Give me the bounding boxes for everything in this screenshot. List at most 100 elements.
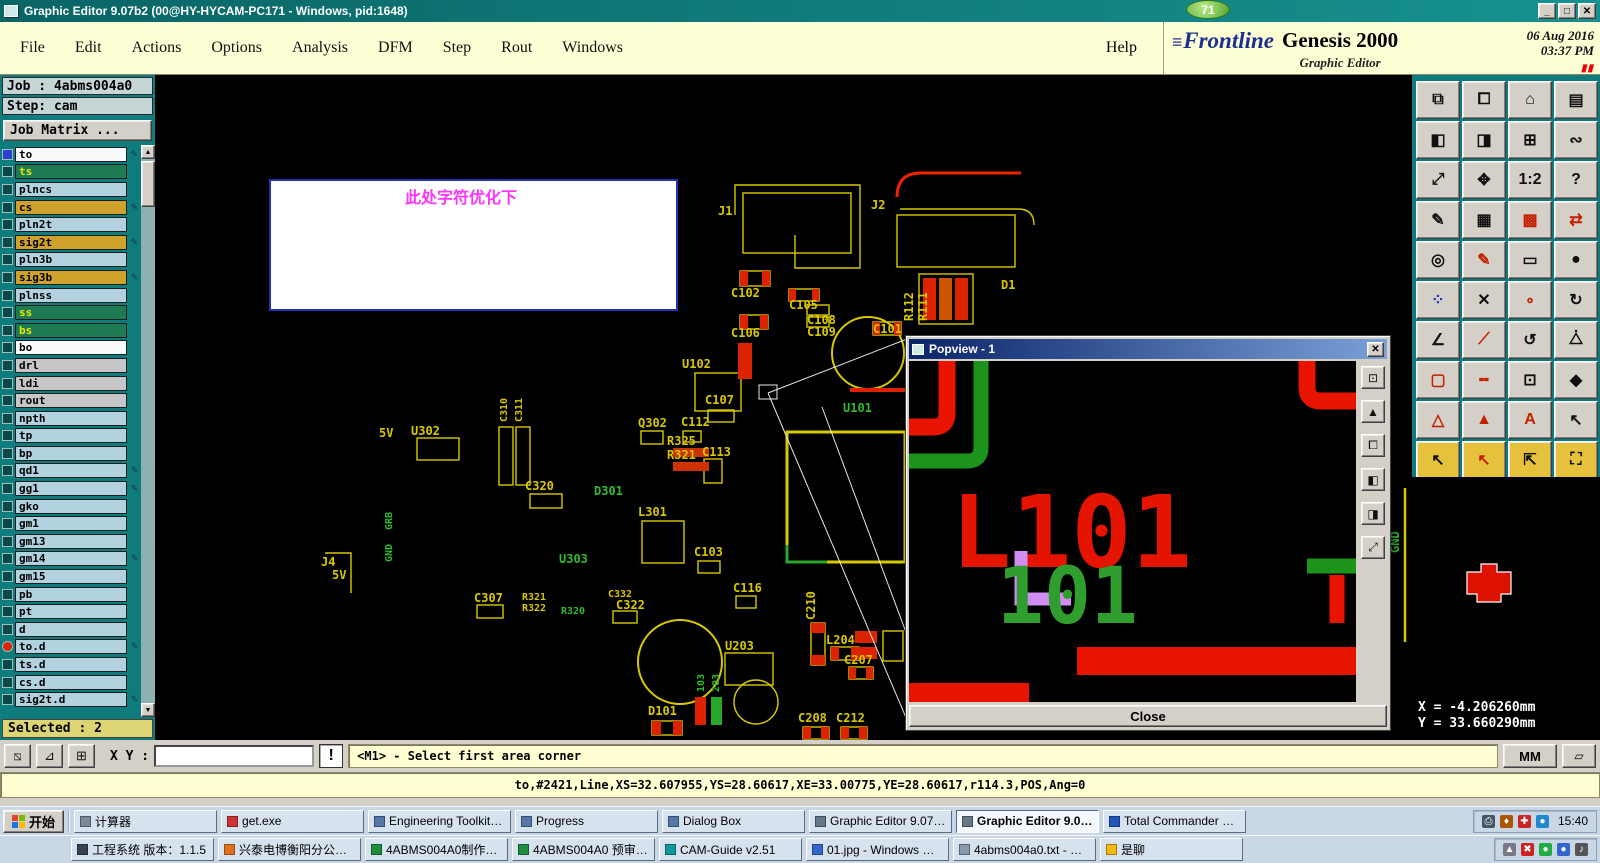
popview-close-button[interactable]: Close [909,705,1387,727]
list-view-icon[interactable]: ▤ [1554,81,1598,119]
layer-toggle[interactable] [2,289,13,301]
close-button[interactable]: ✕ [1578,3,1596,19]
popview-zoom-in-button[interactable]: ▲ [1361,400,1385,423]
layer-row-gko[interactable]: gko [2,498,140,515]
cursor-icon[interactable]: ↖ [1554,401,1598,439]
zoom-fit-icon[interactable]: ⤢ [1416,161,1460,199]
scroll-thumb[interactable] [141,161,155,207]
layer-toggle[interactable] [2,183,13,195]
layer-row-npth[interactable]: npth [2,410,140,427]
cluster-icon[interactable]: ⁘ [1416,281,1460,319]
layer-toggle[interactable] [2,641,13,653]
stack-icon[interactable]: ⧊ [1554,321,1598,359]
menu-help[interactable]: Help [1106,39,1163,57]
layer-toggle[interactable] [2,553,13,565]
circle-tool-icon[interactable]: ◎ [1416,241,1460,279]
taskbar-item[interactable]: 计算器 [74,809,218,833]
layer-row-gm15[interactable]: gm15 [2,568,140,585]
taskbar-item[interactable]: Total Commander 7.0 ... [1103,809,1247,833]
fill-icon[interactable]: ◆ [1554,361,1598,399]
select-mode-icon[interactable]: ⧅ [4,744,31,768]
taskbar-item[interactable]: Dialog Box [662,809,806,833]
layer-toggle[interactable] [2,588,13,600]
popview-canvas[interactable]: L101 101 [909,361,1356,702]
layer-toggle[interactable] [2,430,13,442]
layer-toggle[interactable] [2,236,13,248]
menu-options[interactable]: Options [211,39,262,57]
layer-row-plncs[interactable]: plncs [2,181,140,198]
tray-icon[interactable]: ● [1557,843,1570,856]
layer-row-cs.d[interactable]: cs.d [2,674,140,691]
taskbar-item[interactable]: 工程系统 版本：1.1.5 [71,838,214,861]
dash-icon[interactable]: ╍ [1462,361,1506,399]
layer-toggle[interactable] [2,571,13,583]
layer-toggle[interactable] [2,694,13,706]
layer-row-gm13[interactable]: gm13 [2,533,140,550]
menu-edit[interactable]: Edit [75,39,102,57]
text-a-icon[interactable]: A [1508,401,1552,439]
layer-row-gg1[interactable]: gg1 ✎ [2,480,140,497]
menu-file[interactable]: File [20,39,45,57]
taskbar-item[interactable]: 01.jpg - Windows 照片 [806,838,949,861]
tray-icon[interactable]: ♪ [1575,843,1588,856]
menu-analysis[interactable]: Analysis [292,39,348,57]
layer-toggle[interactable] [2,535,13,547]
undo-icon[interactable]: ↺ [1508,321,1552,359]
layer-toggle[interactable] [2,271,13,283]
menu-windows[interactable]: Windows [562,39,623,57]
pen-icon[interactable]: ✎ [1416,201,1460,239]
tray-icon[interactable]: ✖ [1521,843,1534,856]
sketch-icon[interactable]: ✎ [1462,241,1506,279]
taskbar-item[interactable]: 4abms004a0.txt - 记事本 [953,838,1096,861]
layer-row-d[interactable]: d [2,621,140,638]
frame-icon[interactable]: ▢ [1416,361,1460,399]
monitor-icon[interactable]: ⧠ [1462,81,1506,119]
taskbar-item[interactable]: Graphic Editor 9.07b... [956,809,1100,833]
tray-icon[interactable]: ● [1535,814,1549,828]
layer-toggle[interactable] [2,465,13,477]
layer-toggle[interactable] [2,342,13,354]
layer-toggle[interactable] [2,518,13,530]
curve-icon[interactable]: ∾ [1554,121,1598,159]
layer-toggle[interactable] [2,201,13,213]
tray-icon[interactable]: ♦ [1499,814,1513,828]
layer-row-tp[interactable]: tp [2,428,140,445]
taskbar-item[interactable]: Progress [515,809,659,833]
angle-icon[interactable]: ∠ [1416,321,1460,359]
tile-windows-icon[interactable]: ⊞ [1508,121,1552,159]
layer-row-sig2t.d[interactable]: sig2t.d ✎ [2,691,140,708]
layer-toggle[interactable] [2,324,13,336]
layer-row-sig2t[interactable]: sig2t ✎ [2,234,140,251]
taskbar-item[interactable]: 4ABMS004A0 预审指示 [512,838,655,861]
slope-icon[interactable]: ⟋ [1462,321,1506,359]
xy-input[interactable] [154,745,315,767]
layer-row-gm1[interactable]: gm1 [2,515,140,532]
scroll-track[interactable] [141,159,155,703]
layer-row-sig3b[interactable]: sig3b ✎ [2,269,140,286]
grid-snap-icon[interactable]: ▩ [1508,201,1552,239]
taskbar-item[interactable]: Graphic Editor 9.07b2 (... [809,809,953,833]
layer-toggle[interactable] [2,148,13,160]
grid-icon[interactable]: ▦ [1462,201,1506,239]
select-add-icon[interactable]: ↖ [1462,441,1506,479]
point-icon[interactable]: ∘ [1508,281,1552,319]
popview-prev-button[interactable]: ◧ [1361,468,1385,491]
help-icon[interactable]: ? [1554,161,1598,199]
layer-row-qd1[interactable]: qd1 ✎ [2,463,140,480]
layer-toggle[interactable] [2,307,13,319]
ruler-icon[interactable]: ▭ [1508,241,1552,279]
menu-step[interactable]: Step [443,39,471,57]
layer-toggle[interactable] [2,483,13,495]
layer-row-ts[interactable]: ts [2,164,140,181]
taskbar-item[interactable]: 兴泰电博衡阳分公司江 [218,838,361,861]
layer-row-plnss[interactable]: plnss [2,287,140,304]
layer-row-drl[interactable]: drl [2,357,140,374]
taskbar-item[interactable]: get.exe [221,809,365,833]
alert-button[interactable]: ! [319,744,344,768]
popview-close-icon[interactable]: ✕ [1367,341,1384,357]
pan-hand-icon[interactable]: ⛶ [1554,441,1598,479]
layer-row-cs[interactable]: cs ✎ [2,199,140,216]
layer-toggle[interactable] [2,377,13,389]
layer-row-pln3b[interactable]: pln3b [2,252,140,269]
select-frame-icon[interactable]: ⇱ [1508,441,1552,479]
